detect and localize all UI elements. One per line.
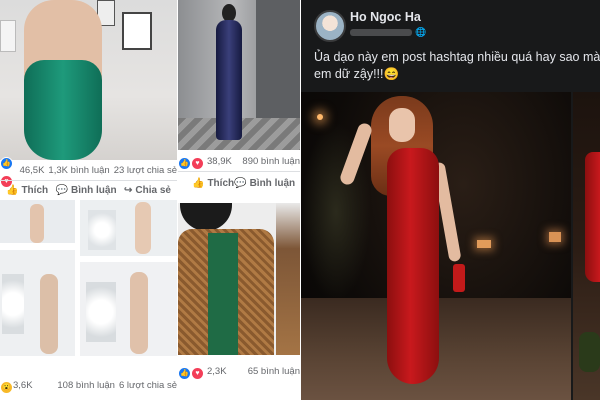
main-post: Ho Ngoc Ha 🌐 Ủa dạo này em post hashtag … <box>301 0 600 400</box>
post1-photo[interactable] <box>0 0 177 160</box>
post-caption-line-2: em dữ zậy!!!😄 <box>314 67 400 81</box>
post4-comment-count[interactable]: 65 bình luận <box>248 366 300 377</box>
reaction-icons: 😮 <box>0 376 13 394</box>
post1-reaction-count[interactable]: 46,5K <box>20 165 45 176</box>
post1-comment-button[interactable]: 💬 Bình luận <box>56 183 117 197</box>
post2-reaction-count[interactable]: 38,9K <box>207 156 232 167</box>
comment-icon: 💬 <box>55 184 69 196</box>
post3-share-count[interactable]: 6 lượt chia sẻ <box>119 380 177 391</box>
green-top <box>208 233 238 355</box>
post1-comment-count[interactable]: 1,3K bình luận <box>48 165 109 176</box>
reaction-icons: 👍♥ <box>178 152 204 170</box>
post-caption-line-1: Ủa dạo này em post hashtag nhiều quá hay… <box>314 50 600 64</box>
post2-like-button[interactable]: 👍 Thích <box>192 176 234 190</box>
wall-picture-frame <box>0 20 16 52</box>
post1-like-button[interactable]: 👍 Thích <box>6 183 48 197</box>
post2-comment-button[interactable]: 💬 Bình luận <box>234 176 295 190</box>
comment-icon: 💬 <box>234 177 247 189</box>
post4-reaction-count[interactable]: 2,3K <box>207 366 227 377</box>
post1-share-count[interactable]: 23 lượt chia sẻ <box>114 165 177 176</box>
street-lamp <box>477 240 491 248</box>
street-lamp <box>317 114 323 120</box>
next-photo-preview[interactable] <box>573 92 600 400</box>
person-face <box>389 108 415 142</box>
person-head <box>180 203 232 231</box>
reaction-icons: 👍♥ <box>178 362 204 380</box>
timestamp-blur <box>350 29 412 36</box>
post3-photo-grid[interactable] <box>0 200 177 356</box>
globe-icon: 🌐 <box>415 27 427 37</box>
thumbs-up-icon: 👍 <box>192 177 205 189</box>
side-photo <box>276 203 300 355</box>
grid-photo[interactable] <box>80 200 177 256</box>
thumbs-up-icon: 👍 <box>6 184 19 196</box>
share-icon: ↪ <box>124 184 133 196</box>
author-avatar[interactable] <box>314 10 346 42</box>
main-post-photo[interactable] <box>301 92 571 400</box>
post3-comment-count[interactable]: 108 bình luận <box>57 380 115 391</box>
wall-picture-frame <box>122 12 152 50</box>
grid-photo[interactable] <box>80 262 177 356</box>
post2-photo[interactable] <box>178 0 300 150</box>
street-lamp <box>549 232 561 242</box>
grid-photo[interactable] <box>0 200 75 243</box>
post4-photo[interactable] <box>178 203 300 355</box>
navy-leather-outfit <box>216 20 242 140</box>
red-clutch <box>453 264 465 292</box>
green-dress <box>24 60 102 160</box>
post2-comment-count[interactable]: 890 bình luận <box>242 156 300 167</box>
post1-share-button[interactable]: ↪ Chia sẻ <box>124 183 171 197</box>
grid-photo[interactable] <box>0 250 75 356</box>
author-name[interactable]: Ho Ngoc Ha <box>350 10 421 24</box>
red-dress <box>387 148 439 384</box>
post-meta: 🌐 <box>350 27 426 38</box>
post3-reaction-count[interactable]: 3,6K <box>13 380 33 391</box>
